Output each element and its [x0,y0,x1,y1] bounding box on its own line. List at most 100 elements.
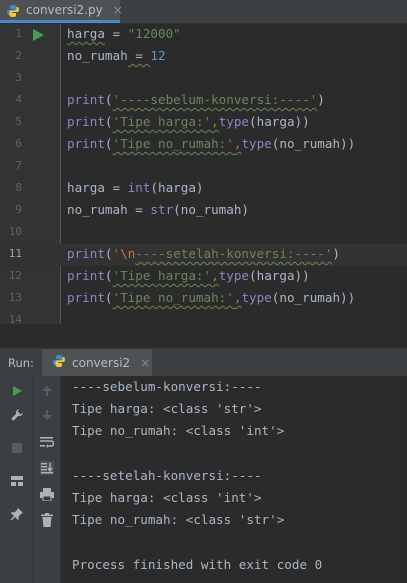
output-line: Tipe no_rumah: <class 'int'> [72,423,285,439]
code-token: print [67,268,105,283]
code-token: = [127,48,151,63]
code-token: type [218,114,250,129]
editor-tab-conversi2[interactable]: conversi2.py × [0,0,123,23]
output-line: ----setelah-konversi:---- [72,467,262,483]
code-line[interactable]: 4 print('----sebelum-konversi:----') [0,90,407,112]
code-text: print('Tipe no_rumah:',type(no_rumah)) [67,290,355,305]
code-text: no_rumah = 12 [67,48,166,63]
code-token: (no_rumah) [173,202,249,217]
code-token: 'Tipe harga:' [112,268,212,283]
output-line: Tipe harga: <class 'str'> [72,401,262,417]
code-token: type [218,268,250,283]
run-gutter-icon[interactable] [33,29,44,41]
line-number: 10 [8,225,22,238]
line-number: 3 [15,71,22,84]
code-token: type [241,136,272,151]
code-token: print [67,290,105,305]
code-token: harga [67,180,105,195]
code-token: (no_rumah)) [271,290,356,305]
code-text: harga = int(harga) [67,180,204,195]
line-number: 4 [15,93,22,106]
code-token: ( [104,114,113,129]
output-line: Tipe harga: <class 'int'> [72,490,262,505]
code-token: '----sebelum-konversi:----' [112,92,318,107]
code-line[interactable]: 12 print('Tipe harga:',type(harga)) [0,266,407,288]
code-token: no_rumah [67,202,128,217]
code-token: ) [317,92,325,107]
trash-icon[interactable] [37,510,57,530]
code-text: print('Tipe harga:',type(harga)) [67,114,310,129]
line-number: 8 [15,181,22,194]
code-line[interactable]: 1 harga = "12000" [0,24,407,46]
code-line[interactable]: 11 print('\n----setelah-konversi:----') [0,244,407,266]
run-config-name: conversi2 [72,355,131,370]
code-token: ( [104,268,113,283]
editor-tab-label: conversi2.py [26,3,103,17]
line-number: 12 [8,269,22,282]
code-line[interactable]: 5 print('Tipe harga:',type(harga)) [0,112,407,134]
code-token: harga [67,26,105,41]
code-token: 'Tipe no_rumah:' [112,290,234,305]
code-token: print [67,246,105,261]
code-token: ( [104,290,113,305]
code-token: (no_rumah)) [271,136,356,151]
line-number: 13 [8,291,22,304]
soft-wrap-icon[interactable] [37,432,57,452]
code-token: print [67,114,105,129]
line-number: 1 [15,27,22,40]
editor-run-divider[interactable] [0,325,407,348]
scroll-to-end-icon[interactable] [37,458,57,478]
code-line[interactable]: 9 no_rumah = str(no_rumah) [0,200,407,222]
code-token: ( [104,246,113,261]
code-token: = [127,202,151,217]
code-line[interactable]: 10 [0,222,407,244]
code-token: 12 [150,48,166,63]
pin-icon[interactable] [7,504,27,524]
code-text: print('----sebelum-konversi:----') [67,92,325,107]
code-text: print('Tipe harga:',type(harga)) [67,268,310,283]
stop-icon[interactable] [7,438,27,458]
line-number: 6 [15,137,22,150]
editor-tab-bar: conversi2.py × [0,0,407,24]
code-token: (harga)) [249,268,310,283]
code-token: 'Tipe harga:' [112,114,212,129]
run-title: Run: [8,356,34,370]
output-line: Process finished with exit code 0 [72,556,323,572]
code-line[interactable]: 14 [0,310,407,324]
code-token: (harga) [150,180,204,195]
code-token: , [211,268,219,283]
line-number: 9 [15,203,22,216]
code-line[interactable]: 6 print('Tipe no_rumah:',type(no_rumah)) [0,134,407,156]
code-token: print [67,92,105,107]
code-text: print('Tipe no_rumah:',type(no_rumah)) [67,136,355,151]
code-line[interactable]: 8 harga = int(harga) [0,178,407,200]
code-editor[interactable]: 1 harga = "12000" 2 no_rumah = 12 3 4 print('-… [0,24,407,324]
code-token: ( [104,92,113,107]
code-text: print('\n----setelah-konversi:----') [67,246,340,261]
code-token: "12000" [127,26,181,41]
wrench-icon[interactable] [7,405,27,425]
run-toolbar-primary [0,376,34,583]
line-number: 7 [15,159,22,172]
arrow-down-icon[interactable] [37,405,57,425]
output-line: Tipe no_rumah: <class 'str'> [72,512,285,528]
python-file-icon [52,353,66,372]
line-number: 5 [15,115,22,128]
code-line[interactable]: 3 [0,68,407,90]
code-token: , [211,114,219,129]
arrow-up-icon[interactable] [37,381,57,401]
rerun-icon[interactable] [7,381,27,401]
code-line[interactable]: 2 no_rumah = 12 [0,46,407,68]
code-line[interactable]: 13 print('Tipe no_rumah:',type(no_rumah)) [0,288,407,310]
code-line[interactable]: 7 [0,156,407,178]
print-icon[interactable] [37,484,57,504]
run-config-tab[interactable]: conversi2 × [42,349,152,376]
run-toolbar-secondary [34,376,61,583]
line-number: 2 [15,49,22,62]
close-icon[interactable]: × [140,356,150,370]
close-icon[interactable]: × [113,4,123,16]
code-token: type [241,290,272,305]
run-output-panel: ----sebelum-konversi:---- Tipe harga: <cl… [0,376,407,583]
code-token: = [104,26,128,41]
layout-icon[interactable] [7,471,27,491]
